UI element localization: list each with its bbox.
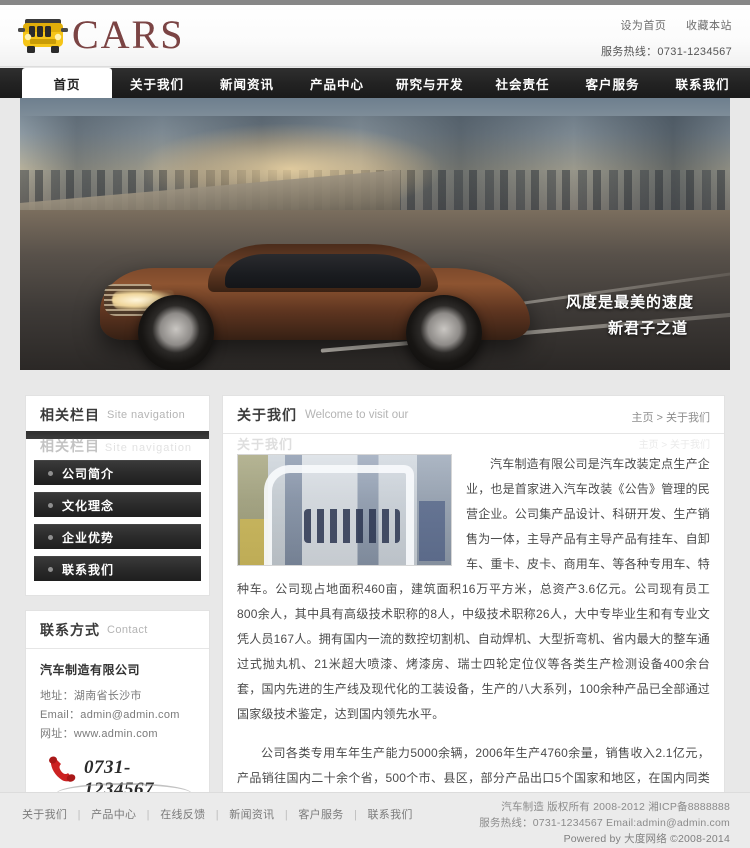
factory-workers — [304, 509, 400, 543]
main-panel: 关于我们 Welcome to visit our 主页 > 关于我们 关于我们… — [222, 395, 725, 848]
main-navigation: 首页 关于我们 新闻资讯 产品中心 研究与开发 社会责任 客户服务 联系我们 — [0, 68, 750, 98]
car-front-wheel — [138, 295, 214, 370]
contact-address: 地址：湖南省长沙市 — [40, 690, 142, 702]
banner-slogan-line2: 新君子之道 — [607, 320, 688, 337]
site-navigation-title-en: Site navigation — [107, 408, 186, 421]
phone-handset-icon — [46, 755, 82, 790]
banner-car-photo — [90, 238, 540, 370]
sidebar-item-advantages[interactable]: 企业优势 — [34, 524, 201, 549]
sidebar-item-label: 文化理念 — [62, 498, 115, 513]
header-hotline: 服务热线：0731-1234567 — [600, 46, 732, 58]
nav-item-products[interactable]: 产品中心 — [292, 68, 382, 98]
contact-website: 网址：www.admin.com — [40, 728, 158, 740]
header-utility-links: 设为首页 收藏本站 — [604, 17, 732, 33]
footer-copyright: 汽车制造 版权所有 2008-2012 湘ICP备8888888 — [501, 801, 730, 813]
main-panel-header: 关于我们 Welcome to visit our 主页 > 关于我们 — [223, 396, 724, 434]
nav-item-rnd[interactable]: 研究与开发 — [382, 68, 478, 98]
nav-item-news[interactable]: 新闻资讯 — [202, 68, 292, 98]
content-area: 相关栏目 Site navigation 相关栏目 Site navigatio… — [20, 380, 730, 848]
page-title-cn: 关于我们 — [237, 406, 297, 423]
page-title-en: Welcome to visit our — [305, 408, 409, 421]
main-header-ghost: 关于我们 主页 > 关于我们 — [237, 436, 710, 452]
sidebar-item-contact-us[interactable]: 联系我们 — [34, 556, 201, 581]
sidebar-item-label: 企业优势 — [62, 530, 115, 545]
footer-links: 关于我们 | 产品中心 | 在线反馈 | 新闻资讯 | 客户服务 | 联系我们 — [22, 806, 413, 822]
footer-contact: 服务热线：0731-1234567 Email:admin@admin.com — [479, 817, 730, 829]
footer-info: 汽车制造 版权所有 2008-2012 湘ICP备8888888 服务热线：07… — [479, 799, 730, 847]
article-image — [237, 454, 452, 566]
contact-panel: 联系方式 Contact 汽车制造有限公司 地址：湖南省长沙市 Email：ad… — [25, 610, 210, 810]
footer-separator: | — [146, 809, 150, 821]
hero-banner[interactable]: 风度是最美的速度 新君子之道 — [20, 98, 730, 370]
bullet-icon — [48, 566, 53, 572]
banner-slogan-line1: 风度是最美的速度 — [565, 294, 694, 311]
contact-title-cn: 联系方式 — [40, 621, 100, 638]
article-body: 汽车制造有限公司是汽车改装定点生产企业，也是首家进入汽车改装《公告》管理的民营企… — [223, 434, 724, 848]
contact-phone-block: 0731-1234567 — [40, 753, 195, 800]
footer-link-products[interactable]: 产品中心 — [91, 809, 136, 821]
logo-wordmark: CARS — [72, 12, 185, 57]
site-navigation-title-cn: 相关栏目 — [40, 406, 100, 423]
bullet-icon — [48, 470, 53, 476]
footer-separator: | — [215, 809, 219, 821]
banner-slogan: 风度是最美的速度 新君子之道 — [566, 290, 694, 342]
nav-item-home[interactable]: 首页 — [22, 68, 112, 98]
footer-separator: | — [353, 809, 358, 821]
contact-email: Email：admin@admin.com — [40, 709, 180, 721]
footer-link-about[interactable]: 关于我们 — [22, 809, 67, 821]
contact-company-name: 汽车制造有限公司 — [40, 663, 141, 677]
car-window — [225, 254, 421, 288]
breadcrumb[interactable]: 主页 > 关于我们 — [631, 409, 710, 425]
sidebar-menu: 公司简介 文化理念 企业优势 联系我们 — [26, 434, 209, 595]
sidebar-item-label: 公司简介 — [62, 466, 115, 481]
car-rear-wheel — [406, 295, 482, 370]
ghost-breadcrumb: 主页 > 关于我们 — [638, 439, 710, 451]
bullet-icon — [48, 534, 53, 540]
footer-link-feedback[interactable]: 在线反馈 — [160, 809, 205, 821]
contact-panel-header: 联系方式 Contact — [26, 611, 209, 649]
bullet-icon — [48, 502, 53, 508]
contact-title-en: Contact — [107, 623, 148, 636]
sidebar-item-label: 联系我们 — [62, 562, 115, 577]
site-footer: 关于我们 | 产品中心 | 在线反馈 | 新闻资讯 | 客户服务 | 联系我们 … — [0, 792, 750, 848]
nav-item-csr[interactable]: 社会责任 — [478, 68, 568, 98]
footer-link-contact[interactable]: 联系我们 — [367, 809, 412, 821]
nav-item-contact[interactable]: 联系我们 — [658, 68, 748, 98]
sidebar-item-culture[interactable]: 文化理念 — [34, 492, 201, 517]
factory-machine-right — [419, 501, 445, 561]
site-navigation-panel: 相关栏目 Site navigation 相关栏目 Site navigatio… — [25, 395, 210, 596]
footer-separator: | — [284, 809, 289, 821]
set-homepage-link[interactable]: 设为首页 — [620, 20, 666, 32]
school-bus-icon — [18, 13, 68, 57]
nav-item-service[interactable]: 客户服务 — [568, 68, 658, 98]
footer-link-service[interactable]: 客户服务 — [298, 809, 343, 821]
ghost-page-title: 关于我们 — [237, 436, 294, 452]
sidebar: 相关栏目 Site navigation 相关栏目 Site navigatio… — [25, 395, 210, 810]
site-navigation-header: 相关栏目 Site navigation — [26, 396, 209, 434]
bookmark-site-link[interactable]: 收藏本站 — [686, 20, 732, 32]
contact-details: 汽车制造有限公司 地址：湖南省长沙市 Email：admin@admin.com… — [26, 649, 209, 809]
footer-separator: | — [77, 809, 81, 821]
site-header: CARS 设为首页 收藏本站 服务热线：0731-1234567 — [0, 5, 750, 67]
footer-link-news[interactable]: 新闻资讯 — [229, 809, 274, 821]
nav-item-about[interactable]: 关于我们 — [112, 68, 202, 98]
sidebar-item-company-profile[interactable]: 公司简介 — [34, 460, 201, 485]
footer-powered-by: Powered by 大度网络 ©2008-2014 — [563, 833, 730, 845]
site-logo[interactable]: CARS — [18, 12, 185, 58]
